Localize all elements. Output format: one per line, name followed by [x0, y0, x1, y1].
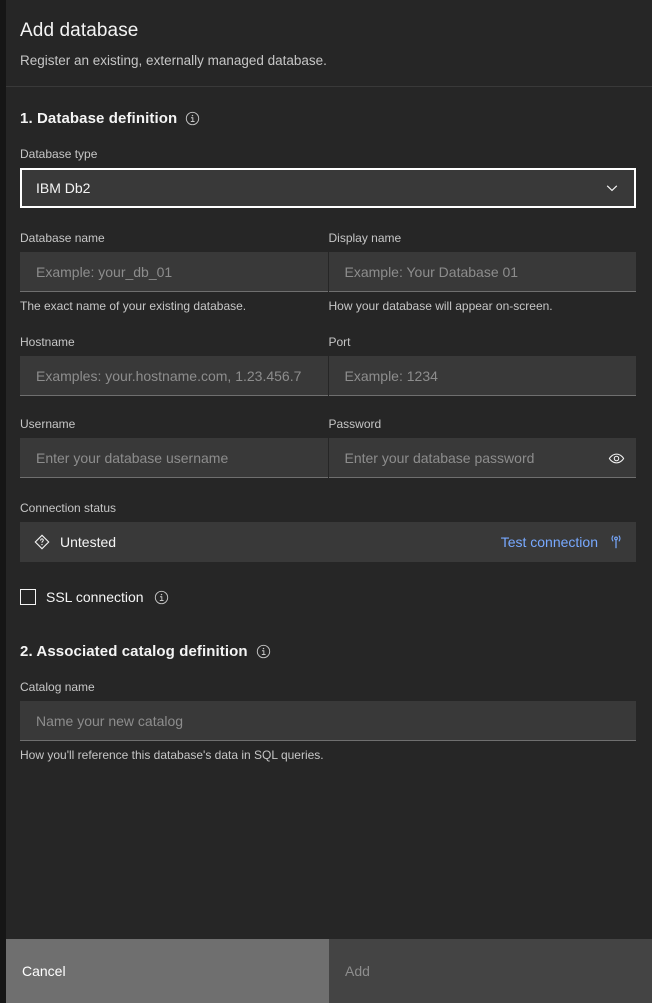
- hostname-input[interactable]: [20, 356, 328, 396]
- ssl-connection-label: SSL connection: [46, 589, 144, 605]
- password-label: Password: [328, 417, 382, 431]
- database-type-value: IBM Db2: [36, 180, 91, 196]
- connection-status-left: Untested: [34, 534, 501, 550]
- name-row: Database name The exact name of your exi…: [20, 230, 636, 314]
- hostname-label: Hostname: [20, 335, 75, 349]
- connection-status-label: Connection status: [20, 501, 117, 515]
- database-name-field: Database name The exact name of your exi…: [20, 230, 328, 314]
- display-name-input[interactable]: [328, 252, 636, 292]
- catalog-name-helper: How you'll reference this database's dat…: [20, 748, 324, 762]
- ssl-connection-checkbox[interactable]: [20, 589, 36, 605]
- panel-body: 1. Database definition Database type IBM…: [6, 87, 652, 939]
- host-row: Hostname Port: [20, 334, 636, 396]
- database-type-select[interactable]: IBM Db2: [20, 168, 636, 208]
- test-connection-label: Test connection: [500, 534, 598, 550]
- info-icon[interactable]: [256, 644, 271, 659]
- chevron-down-icon: [604, 180, 620, 196]
- database-name-input[interactable]: [20, 252, 328, 292]
- panel-footer: Cancel Add: [6, 939, 652, 1003]
- section-catalog-definition-header: 2. Associated catalog definition: [20, 643, 636, 660]
- catalog-name-input[interactable]: [20, 701, 636, 741]
- connection-status-text: Untested: [60, 534, 117, 550]
- username-field: Username: [20, 416, 328, 478]
- eye-icon[interactable]: [596, 438, 636, 478]
- connection-status-block: Connection status Untested Test connecti…: [20, 500, 636, 562]
- password-input-wrapper: [328, 438, 636, 478]
- unknown-diamond-icon: [34, 534, 50, 550]
- display-name-helper: How your database will appear on-screen.: [328, 299, 553, 313]
- page-subtitle: Register an existing, externally managed…: [20, 53, 327, 68]
- add-button[interactable]: Add: [329, 939, 652, 1003]
- username-input[interactable]: [20, 438, 328, 478]
- password-field: Password: [328, 416, 636, 478]
- panel-header: Add database Register an existing, exter…: [6, 0, 652, 87]
- section-2-title: 2. Associated catalog definition: [20, 643, 248, 660]
- database-name-helper: The exact name of your existing database…: [20, 299, 247, 313]
- port-field: Port: [328, 334, 636, 396]
- page-title: Add database: [20, 20, 139, 41]
- info-icon[interactable]: [185, 111, 200, 126]
- port-label: Port: [328, 335, 351, 349]
- broadcast-icon: [608, 534, 624, 550]
- hostname-field: Hostname: [20, 334, 328, 396]
- cancel-button[interactable]: Cancel: [6, 939, 329, 1003]
- info-icon[interactable]: [154, 590, 169, 605]
- username-label: Username: [20, 417, 76, 431]
- ssl-connection-row[interactable]: SSL connection: [20, 589, 636, 605]
- catalog-name-label: Catalog name: [20, 680, 95, 694]
- catalog-name-field: Catalog name How you'll reference this d…: [20, 679, 636, 763]
- section-1-title: 1. Database definition: [20, 110, 178, 127]
- section-database-definition-header: 1. Database definition: [20, 110, 636, 127]
- add-database-panel: Add database Register an existing, exter…: [0, 0, 652, 1003]
- test-connection-button[interactable]: Test connection: [501, 534, 624, 550]
- connection-status-bar: Untested Test connection: [20, 522, 636, 562]
- credentials-row: Username Password: [20, 416, 636, 478]
- display-name-label: Display name: [328, 231, 402, 245]
- password-input[interactable]: [328, 438, 636, 478]
- database-name-label: Database name: [20, 231, 105, 245]
- port-input[interactable]: [328, 356, 636, 396]
- database-type-label: Database type: [20, 147, 98, 161]
- display-name-field: Display name How your database will appe…: [328, 230, 636, 314]
